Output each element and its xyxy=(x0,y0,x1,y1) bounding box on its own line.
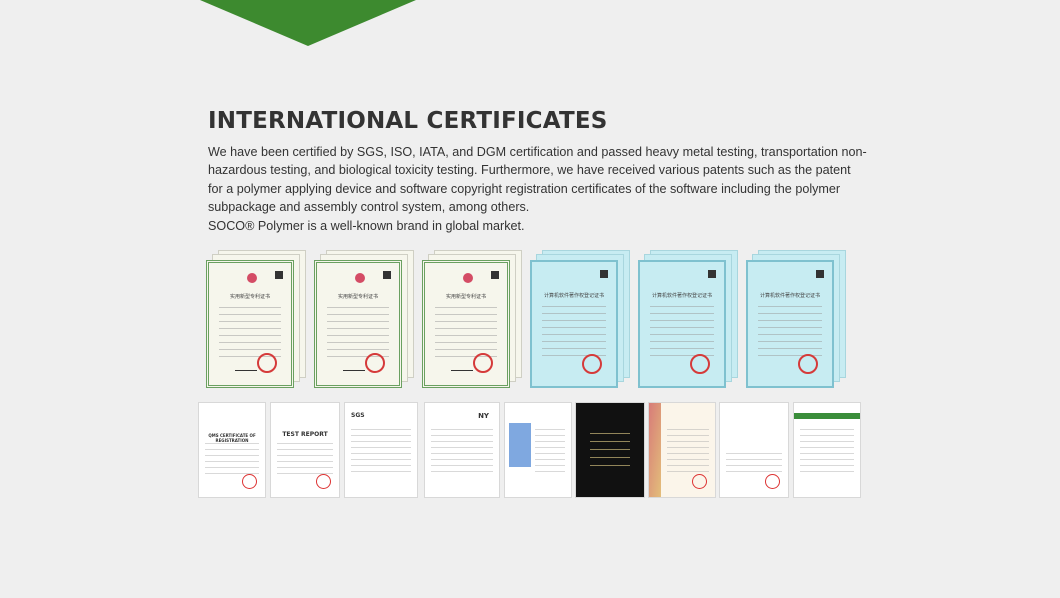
test-report-thumbnail[interactable]: TEST REPORT xyxy=(270,402,340,498)
seal-icon xyxy=(316,474,331,489)
section-title: INTERNATIONAL CERTIFICATES xyxy=(208,108,608,134)
logo-icon xyxy=(247,273,257,283)
red-seal-icon xyxy=(690,354,710,374)
description-paragraph: We have been certified by SGS, ISO, IATA… xyxy=(208,145,867,215)
sgs-report-thumbnail[interactable]: SGS xyxy=(344,402,418,498)
patent-certificate[interactable]: 实用新型专利证书 xyxy=(198,248,310,390)
ny-report-thumbnail[interactable]: NY xyxy=(424,402,500,498)
signature xyxy=(343,364,365,371)
software-copyright-certificate[interactable]: 计算机软件著作权登记证书 xyxy=(522,248,634,390)
red-seal-icon xyxy=(473,353,493,373)
qr-code-icon xyxy=(600,270,608,278)
logo-icon xyxy=(463,273,473,283)
qr-code-icon xyxy=(383,271,391,279)
patent-certificate[interactable]: 实用新型专利证书 xyxy=(414,248,526,390)
software-copyright-certificate[interactable]: 计算机软件著作权登记证书 xyxy=(630,248,742,390)
logo-icon xyxy=(355,273,365,283)
red-seal-icon xyxy=(257,353,277,373)
software-copyright-certificate[interactable]: 计算机软件著作权登记证书 xyxy=(738,248,850,390)
patent-certificate[interactable]: 实用新型专利证书 xyxy=(306,248,418,390)
signature xyxy=(451,364,473,371)
certificate-heading: 实用新型专利证书 xyxy=(337,294,378,300)
qr-code-icon xyxy=(708,270,716,278)
signature xyxy=(235,364,257,371)
red-seal-icon xyxy=(582,354,602,374)
inspection-report-thumbnail[interactable] xyxy=(504,402,572,498)
certificate-heading: 计算机软件著作权登记证书 xyxy=(651,293,712,299)
seal-icon xyxy=(692,474,707,489)
qr-code-icon xyxy=(275,271,283,279)
certificate-gallery-large: 实用新型专利证书 实用新型专利证书 实用新型专利证书 计算机软件著作权登记证书 … xyxy=(198,248,861,390)
certificate-gallery-small: QMS CERTIFICATE OF REGISTRATION TEST REP… xyxy=(198,402,861,498)
header-chevron-decoration xyxy=(200,0,416,46)
seal-icon xyxy=(765,474,780,489)
lab-report-thumbnail[interactable] xyxy=(793,402,861,498)
certificate-heading: 计算机软件著作权登记证书 xyxy=(543,293,604,299)
brand-certificate-thumbnail[interactable] xyxy=(719,402,789,498)
certificate-heading: 实用新型专利证书 xyxy=(229,294,270,300)
certificates-section: INTERNATIONAL CERTIFICATES We have been … xyxy=(208,106,868,235)
qms-certificate-thumbnail[interactable]: QMS CERTIFICATE OF REGISTRATION xyxy=(198,402,266,498)
award-certificate-thumbnail[interactable] xyxy=(648,402,716,498)
red-seal-icon xyxy=(365,353,385,373)
certificate-heading: 实用新型专利证书 xyxy=(445,294,486,300)
qr-code-icon xyxy=(491,271,499,279)
seal-icon xyxy=(242,474,257,489)
red-seal-icon xyxy=(798,354,818,374)
qr-code-icon xyxy=(816,270,824,278)
honor-certificate-thumbnail[interactable] xyxy=(575,402,645,498)
brand-statement: SOCO® Polymer is a well-known brand in g… xyxy=(208,218,525,233)
section-description: We have been certified by SGS, ISO, IATA… xyxy=(208,143,868,235)
certificate-heading: 计算机软件著作权登记证书 xyxy=(759,293,820,299)
